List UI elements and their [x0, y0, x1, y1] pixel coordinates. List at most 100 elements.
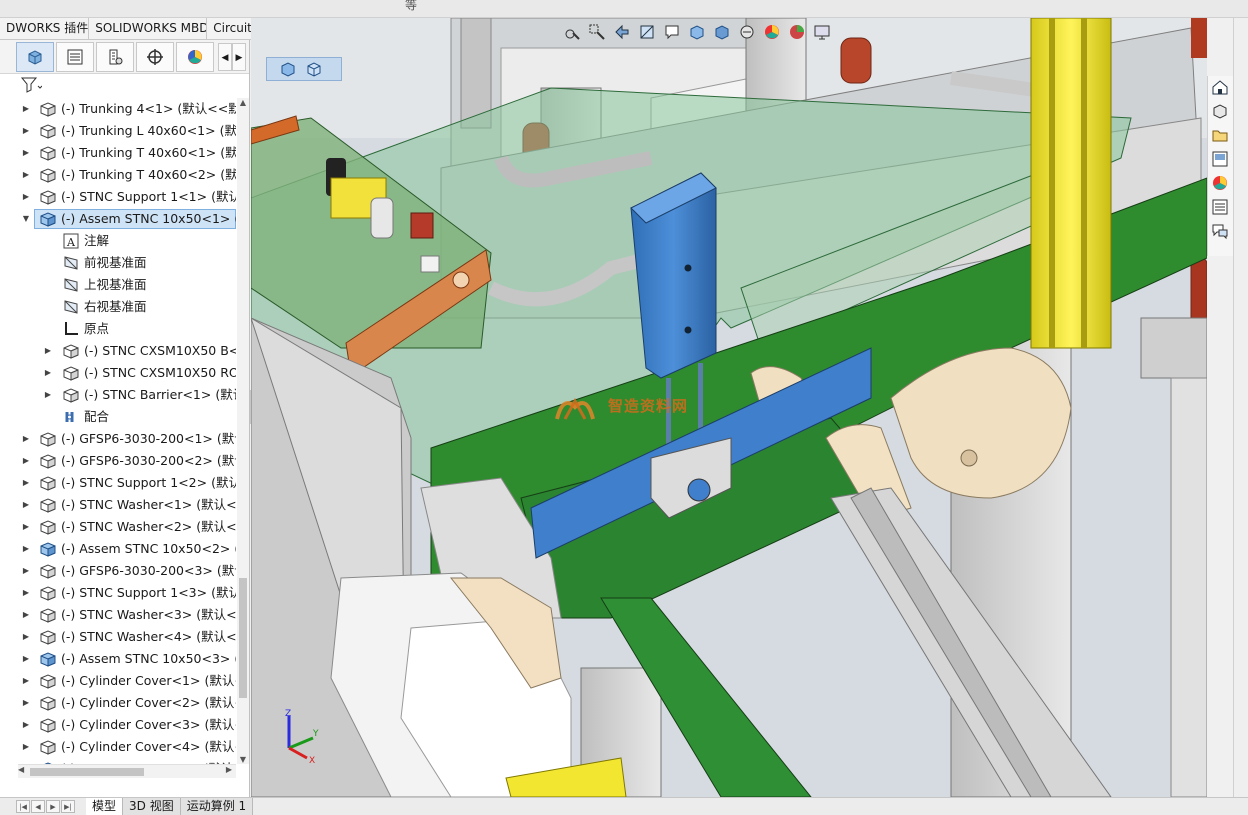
tree-row[interactable]: ▶ (-) STNC CXSM10X50 ROD [0, 362, 236, 384]
configurationmanager-tab[interactable] [96, 41, 134, 72]
tree-row[interactable]: ▶ (-) Cylinder Cover<3> (默认<< [0, 714, 236, 736]
custom-properties-button[interactable] [1208, 196, 1232, 218]
featuremanager-tab[interactable] [16, 41, 54, 72]
tree-row[interactable]: ▶ (-) GFSP6-3030-200<1> (默认< [0, 428, 236, 450]
tree-row[interactable]: 原点 [0, 318, 236, 340]
expand-arrow-icon[interactable]: ▶ [20, 120, 32, 142]
expand-arrow-icon[interactable]: ▶ [20, 648, 32, 670]
tree-row[interactable]: ▶ (-) STNC Support 1<2> (默认< [0, 472, 236, 494]
tree-row[interactable]: ▶ (-) GFSP6-3030-200<3> (默认< [0, 560, 236, 582]
tree-row[interactable]: 上视基准面 [0, 274, 236, 296]
tree-row[interactable]: ▶ (-) Trunking T 40x60<2> (默认 [0, 164, 236, 186]
last-tab-button[interactable]: ▶| [61, 800, 75, 813]
expand-arrow-icon[interactable]: ▶ [20, 582, 32, 604]
tree-row[interactable]: 配合 [0, 406, 236, 428]
expand-arrow-icon[interactable]: ▶ [20, 560, 32, 582]
expand-arrow-icon[interactable]: ▶ [20, 428, 32, 450]
tree-row[interactable]: ▶ (-) Trunking 4<1> (默认<<默认 [0, 98, 236, 120]
filter-icon[interactable] [20, 76, 43, 94]
tree-row[interactable]: ▶ (-) STNC CXSM10X50 B<1 [0, 340, 236, 362]
view-settings-button[interactable] [811, 21, 833, 43]
view-cube-button[interactable] [277, 59, 299, 79]
appearances-button[interactable] [1208, 172, 1232, 194]
bottom-tab[interactable]: 运动算例 1 [180, 798, 254, 815]
edit-appearance-button[interactable] [761, 21, 783, 43]
prev-tab-button[interactable]: ◀ [31, 800, 45, 813]
expand-arrow-icon[interactable]: ▶ [20, 516, 32, 538]
tab-scroll-left[interactable]: ◀ [218, 42, 232, 71]
expand-arrow-icon[interactable]: ▶ [20, 714, 32, 736]
dynamic-annotation-button[interactable] [661, 21, 683, 43]
expand-arrow-icon[interactable]: ▶ [20, 604, 32, 626]
expand-arrow-icon[interactable]: ▶ [20, 494, 32, 516]
model-view[interactable] [251, 18, 1207, 797]
graphics-area[interactable]: Z Y X 智造资料网 [251, 18, 1207, 797]
tree-horizontal-scrollbar[interactable]: ◀ ▶ [18, 764, 236, 778]
scroll-right-arrow[interactable]: ▶ [226, 765, 232, 774]
expand-arrow-icon[interactable]: ▶ [20, 626, 32, 648]
expand-arrow-icon[interactable]: ▶ [20, 670, 32, 692]
tree-row[interactable]: ▶ (-) Cylinder Cover<2> (默认<< [0, 692, 236, 714]
tree-row[interactable]: A 注解 [0, 230, 236, 252]
displaymanager-tab[interactable] [176, 41, 214, 72]
tree-row[interactable]: ▶ (-) GFSP6-3030-200<2> (默认< [0, 450, 236, 472]
view-cube-alt-button[interactable] [303, 59, 325, 79]
section-view-button[interactable] [636, 21, 658, 43]
expand-arrow-icon[interactable]: ▶ [20, 692, 32, 714]
zoom-to-fit-button[interactable] [561, 21, 583, 43]
next-tab-button[interactable]: ▶ [46, 800, 60, 813]
file-explorer-button[interactable] [1208, 124, 1232, 146]
tree-row[interactable]: ▶ (-) Cylinder Cover<1> (默认<< [0, 670, 236, 692]
expand-arrow-icon[interactable]: ▶ [42, 384, 54, 406]
expand-arrow-icon[interactable]: ▶ [42, 340, 54, 362]
tree-row[interactable]: ▶ (-) Cylinder Cover<4> (默认<< [0, 736, 236, 758]
expand-arrow-icon[interactable]: ▶ [20, 538, 32, 560]
tree-row[interactable]: ▶ (-) STNC Support 1<1> (默认< [0, 186, 236, 208]
collapse-arrow-icon[interactable]: ▼ [20, 208, 32, 230]
expand-arrow-icon[interactable]: ▶ [20, 164, 32, 186]
first-tab-button[interactable]: |◀ [16, 800, 30, 813]
tree-row[interactable]: 前视基准面 [0, 252, 236, 274]
tree-row[interactable]: ▶ (-) Trunking L 40x60<1> (默认 [0, 120, 236, 142]
tree-row[interactable]: ▶ (-) STNC Washer<1> (默认<< [0, 494, 236, 516]
apply-scene-button[interactable] [786, 21, 808, 43]
horizontal-scroll-thumb[interactable] [30, 768, 144, 776]
propertymanager-tab[interactable] [56, 41, 94, 72]
scroll-left-arrow[interactable]: ◀ [18, 765, 24, 774]
expand-arrow-icon[interactable]: ▶ [20, 472, 32, 494]
tree-row[interactable]: ▶ (-) STNC Washer<2> (默认<< [0, 516, 236, 538]
view-palette-button[interactable] [1208, 148, 1232, 170]
forum-button[interactable] [1208, 220, 1232, 242]
tree-row[interactable]: 右视基准面 [0, 296, 236, 318]
tab-scroll-right[interactable]: ▶ [232, 42, 246, 71]
previous-view-button[interactable] [611, 21, 633, 43]
dimxpert-tab[interactable] [136, 41, 174, 72]
tree-row[interactable]: ▶ (-) STNC Washer<4> (默认<< [0, 626, 236, 648]
expand-arrow-icon[interactable]: ▶ [20, 98, 32, 120]
bottom-tab[interactable]: 模型 [86, 798, 124, 815]
tree-row[interactable]: ▶ (-) Assem STNC 10x50<3> (默 [0, 648, 236, 670]
zoom-area-button[interactable] [586, 21, 608, 43]
command-tab[interactable]: SOLIDWORKS MBD [89, 18, 208, 39]
tree-row[interactable]: ▼ (-) Assem STNC 10x50<1> (默 [0, 208, 236, 230]
tree-row[interactable]: ▶ (-) STNC Support 1<3> (默认< [0, 582, 236, 604]
vertical-scroll-thumb[interactable] [239, 578, 247, 698]
home-button[interactable] [1208, 76, 1232, 98]
expand-arrow-icon[interactable]: ▶ [42, 362, 54, 384]
view-orientation-button[interactable] [686, 21, 708, 43]
tree-row[interactable]: ▶ (-) STNC Washer<3> (默认<< [0, 604, 236, 626]
hide-show-button[interactable] [736, 21, 758, 43]
command-tab[interactable]: DWORKS 插件 [0, 18, 90, 39]
tree-row[interactable]: ▶ (-) Trunking T 40x60<1> (默认 [0, 142, 236, 164]
tree-row[interactable]: ▶ (-) Assem STNC 10x50<2> (默 [0, 538, 236, 560]
expand-arrow-icon[interactable]: ▶ [20, 736, 32, 758]
bottom-tab[interactable]: 3D 视图 [123, 798, 181, 815]
expand-arrow-icon[interactable]: ▶ [20, 186, 32, 208]
scroll-up-arrow[interactable]: ▲ [237, 98, 249, 107]
tree-row[interactable]: ▶ (-) STNC Barrier<1> (默认 [0, 384, 236, 406]
scroll-down-arrow[interactable]: ▼ [237, 755, 249, 764]
tree-vertical-scrollbar[interactable]: ▲ ▼ [237, 98, 249, 764]
expand-arrow-icon[interactable]: ▶ [20, 450, 32, 472]
display-style-button[interactable] [711, 21, 733, 43]
expand-arrow-icon[interactable]: ▶ [20, 142, 32, 164]
